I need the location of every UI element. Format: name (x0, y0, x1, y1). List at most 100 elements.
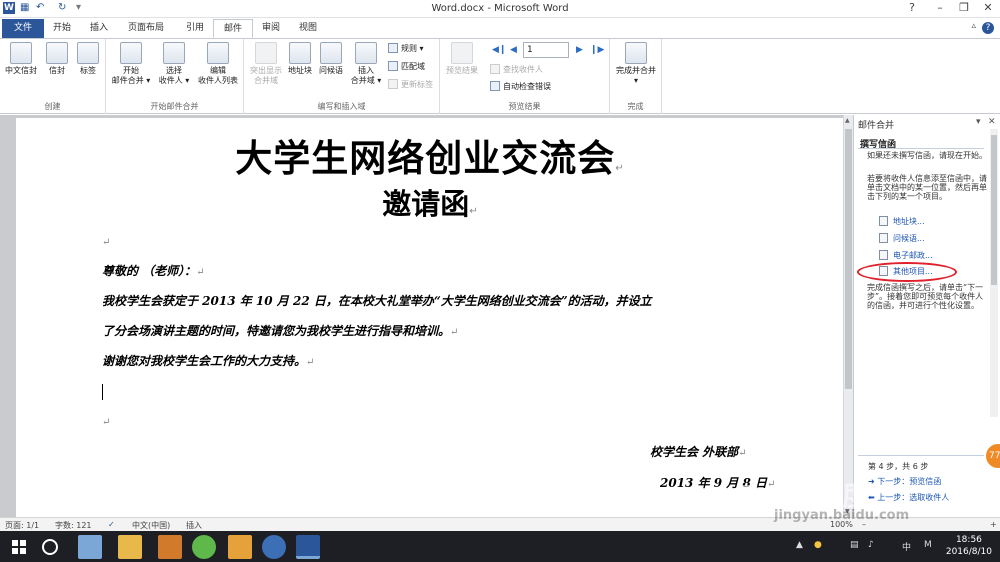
tab-view[interactable]: 视图 (289, 19, 327, 38)
auto-check-errors-button[interactable]: 自动检查错误 (490, 81, 551, 93)
pane-menu-icon[interactable]: ▾ (976, 117, 981, 127)
group-create: 中文信封 信封 标签 创建 (0, 39, 106, 114)
insert-merge-field-button[interactable]: 插入 合并域 ▾ (348, 42, 384, 86)
finish-merge-button[interactable]: 完成并合并 ▾ (612, 42, 660, 86)
scroll-up-icon[interactable]: ▲ (845, 117, 850, 124)
title-bar: W ▦ ↶ ↻ ▾ Word.docx - Microsoft Word ? –… (0, 0, 1000, 18)
tab-review[interactable]: 审阅 (252, 19, 290, 38)
pane-scrollbar-thumb[interactable] (991, 135, 997, 285)
start-icon[interactable] (12, 540, 26, 554)
start-mail-merge-line1: 开始 (123, 66, 139, 75)
word-icon[interactable] (296, 535, 320, 559)
label-icon (77, 42, 99, 64)
record-number-input[interactable]: 1 (523, 42, 569, 58)
body-line-3-text: 谢谢您对我校学生会工作的大力支持。 (102, 354, 307, 368)
restore-button[interactable]: ❐ (952, 1, 976, 16)
document-scrollbar[interactable]: ▲ ▼ (843, 115, 853, 517)
rules-button[interactable]: 规则 ▾ (388, 43, 424, 55)
pane-link-electronic-postage[interactable]: 电子邮政... (879, 250, 933, 261)
start-mail-merge-line2: 邮件合并 ▾ (111, 76, 151, 85)
pane-link-greeting-line[interactable]: 问候语... (879, 233, 925, 244)
page-count[interactable]: 页面: 1/1 (5, 520, 39, 531)
zoom-in-button[interactable]: + (990, 520, 997, 529)
address-block-button[interactable]: 地址块 (286, 42, 314, 76)
last-record-icon[interactable]: ❙▶ (590, 45, 604, 55)
previous-record-icon[interactable]: ◀ (510, 45, 517, 55)
doc-title: 大学生网络创业交流会↵ (0, 128, 853, 182)
tab-page-layout[interactable]: 页面布局 (118, 19, 174, 38)
body-line-1: 我校学生会获定于 2013 年 10 月 22 日，在本校大礼堂举办“大学生网络… (102, 294, 652, 308)
document-page[interactable]: 大学生网络创业交流会↵ 邀请函↵ ↵ 尊敬的 （老师）：↵ 我校学生会获定于 2… (16, 118, 844, 517)
previous-step-link[interactable]: ⬅ 上一步：选取收件人 (868, 492, 949, 503)
package-icon[interactable] (158, 535, 182, 559)
highlight-merge-fields-button[interactable]: 突出显示 合并域 (246, 42, 286, 86)
browser-icon[interactable] (192, 535, 216, 559)
highlight-annotation-circle (857, 262, 957, 282)
auto-check-errors-label: 自动检查错误 (503, 82, 551, 91)
tab-insert[interactable]: 插入 (80, 19, 118, 38)
labels-label: 标签 (80, 66, 96, 75)
update-labels-icon (388, 79, 398, 89)
group-write-insert-fields: 突出显示 合并域 地址块 问候语 插入 合并域 ▾ 规则 ▾ 匹配域 更新标签 … (244, 39, 440, 114)
find-recipient-button[interactable]: 查找收件人 (490, 64, 543, 76)
pane-close-button[interactable]: ✕ (988, 117, 996, 127)
network-icon[interactable]: ▤ (850, 540, 859, 550)
tab-mailings[interactable]: 邮件 (213, 19, 254, 38)
pane-divider (858, 148, 984, 149)
next-step-link[interactable]: ➜ 下一步：预览信函 (868, 476, 941, 487)
volume-icon[interactable]: ♪ (868, 540, 874, 550)
paragraph-mark: ↵ (102, 417, 111, 428)
globe-icon[interactable] (262, 535, 286, 559)
next-step-label: 下一步：预览信函 (877, 477, 942, 486)
scrollbar-thumb[interactable] (845, 129, 852, 389)
fan-icon[interactable] (78, 535, 102, 559)
system-clock[interactable]: 18:56 2016/8/10 (946, 534, 992, 558)
collapse-ribbon-icon[interactable]: ▵ (971, 21, 976, 31)
paragraph-mark: ↵ (196, 267, 205, 278)
edit-recipient-list-button[interactable]: 编辑 收件人列表 (195, 42, 241, 86)
first-record-icon[interactable]: ◀❙ (492, 45, 506, 55)
salutation: 尊敬的 （老师）：↵ (102, 262, 205, 279)
tab-references[interactable]: 引用 (176, 19, 214, 38)
signature-text: 校学生会 外联部 (650, 445, 739, 459)
folder-icon[interactable] (118, 535, 142, 559)
ime-mode-indicator[interactable]: M (924, 540, 932, 550)
doc-subtitle: 邀请函↵ (0, 181, 853, 223)
preview-results-button[interactable]: 预览结果 (442, 42, 482, 76)
start-mail-merge-button[interactable]: 开始 邮件合并 ▾ (110, 42, 152, 86)
minimize-button[interactable]: – (928, 1, 952, 16)
close-button[interactable]: ✕ (976, 1, 1000, 16)
highlight-fields-icon (255, 42, 277, 64)
tab-file[interactable]: 文件 (2, 19, 45, 38)
paragraph-mark: ↵ (615, 163, 625, 174)
paragraph-mark: ↵ (306, 357, 315, 368)
chinese-envelope-button[interactable]: 中文信封 (3, 42, 39, 76)
language-indicator[interactable]: 中文(中国) (132, 520, 170, 531)
group-preview-label: 预览结果 (508, 102, 541, 111)
match-fields-button[interactable]: 匹配域 (388, 61, 425, 73)
greeting-line-button[interactable]: 问候语 (316, 42, 346, 76)
pane-link-address-block[interactable]: 地址块... (879, 216, 925, 227)
tray-icon[interactable]: ▲ (796, 540, 803, 550)
insert-mode[interactable]: 插入 (186, 520, 202, 531)
help-icon[interactable]: ? (982, 22, 994, 34)
paint-icon[interactable] (228, 535, 252, 559)
paragraph-mark: ↵ (469, 206, 478, 217)
envelopes-button[interactable]: 信封 (43, 42, 71, 76)
tab-home[interactable]: 开始 (43, 19, 81, 38)
help-icon[interactable]: ? (900, 1, 924, 16)
tray-shield-icon[interactable]: ● (814, 540, 822, 550)
word-count[interactable]: 字数: 121 (55, 520, 92, 531)
select-recipients-button[interactable]: 选择 收件人 ▾ (154, 42, 194, 86)
doc-title-text: 大学生网络创业交流会 (235, 137, 616, 180)
greeting-line-icon (320, 42, 342, 64)
edit-recipient-list-icon (207, 42, 229, 64)
update-labels-button[interactable]: 更新标签 (388, 79, 433, 91)
ime-indicator[interactable]: 中 (902, 540, 911, 553)
ribbon-tabs: 文件 开始 插入 页面布局 引用 邮件 审阅 视图 ▵ ? (0, 18, 1000, 38)
labels-button[interactable]: 标签 (74, 42, 102, 76)
proofing-icon[interactable]: ✓ (108, 520, 115, 529)
next-record-icon[interactable]: ▶ (576, 45, 583, 55)
pane-scrollbar[interactable] (990, 129, 998, 417)
search-icon[interactable] (42, 539, 58, 555)
